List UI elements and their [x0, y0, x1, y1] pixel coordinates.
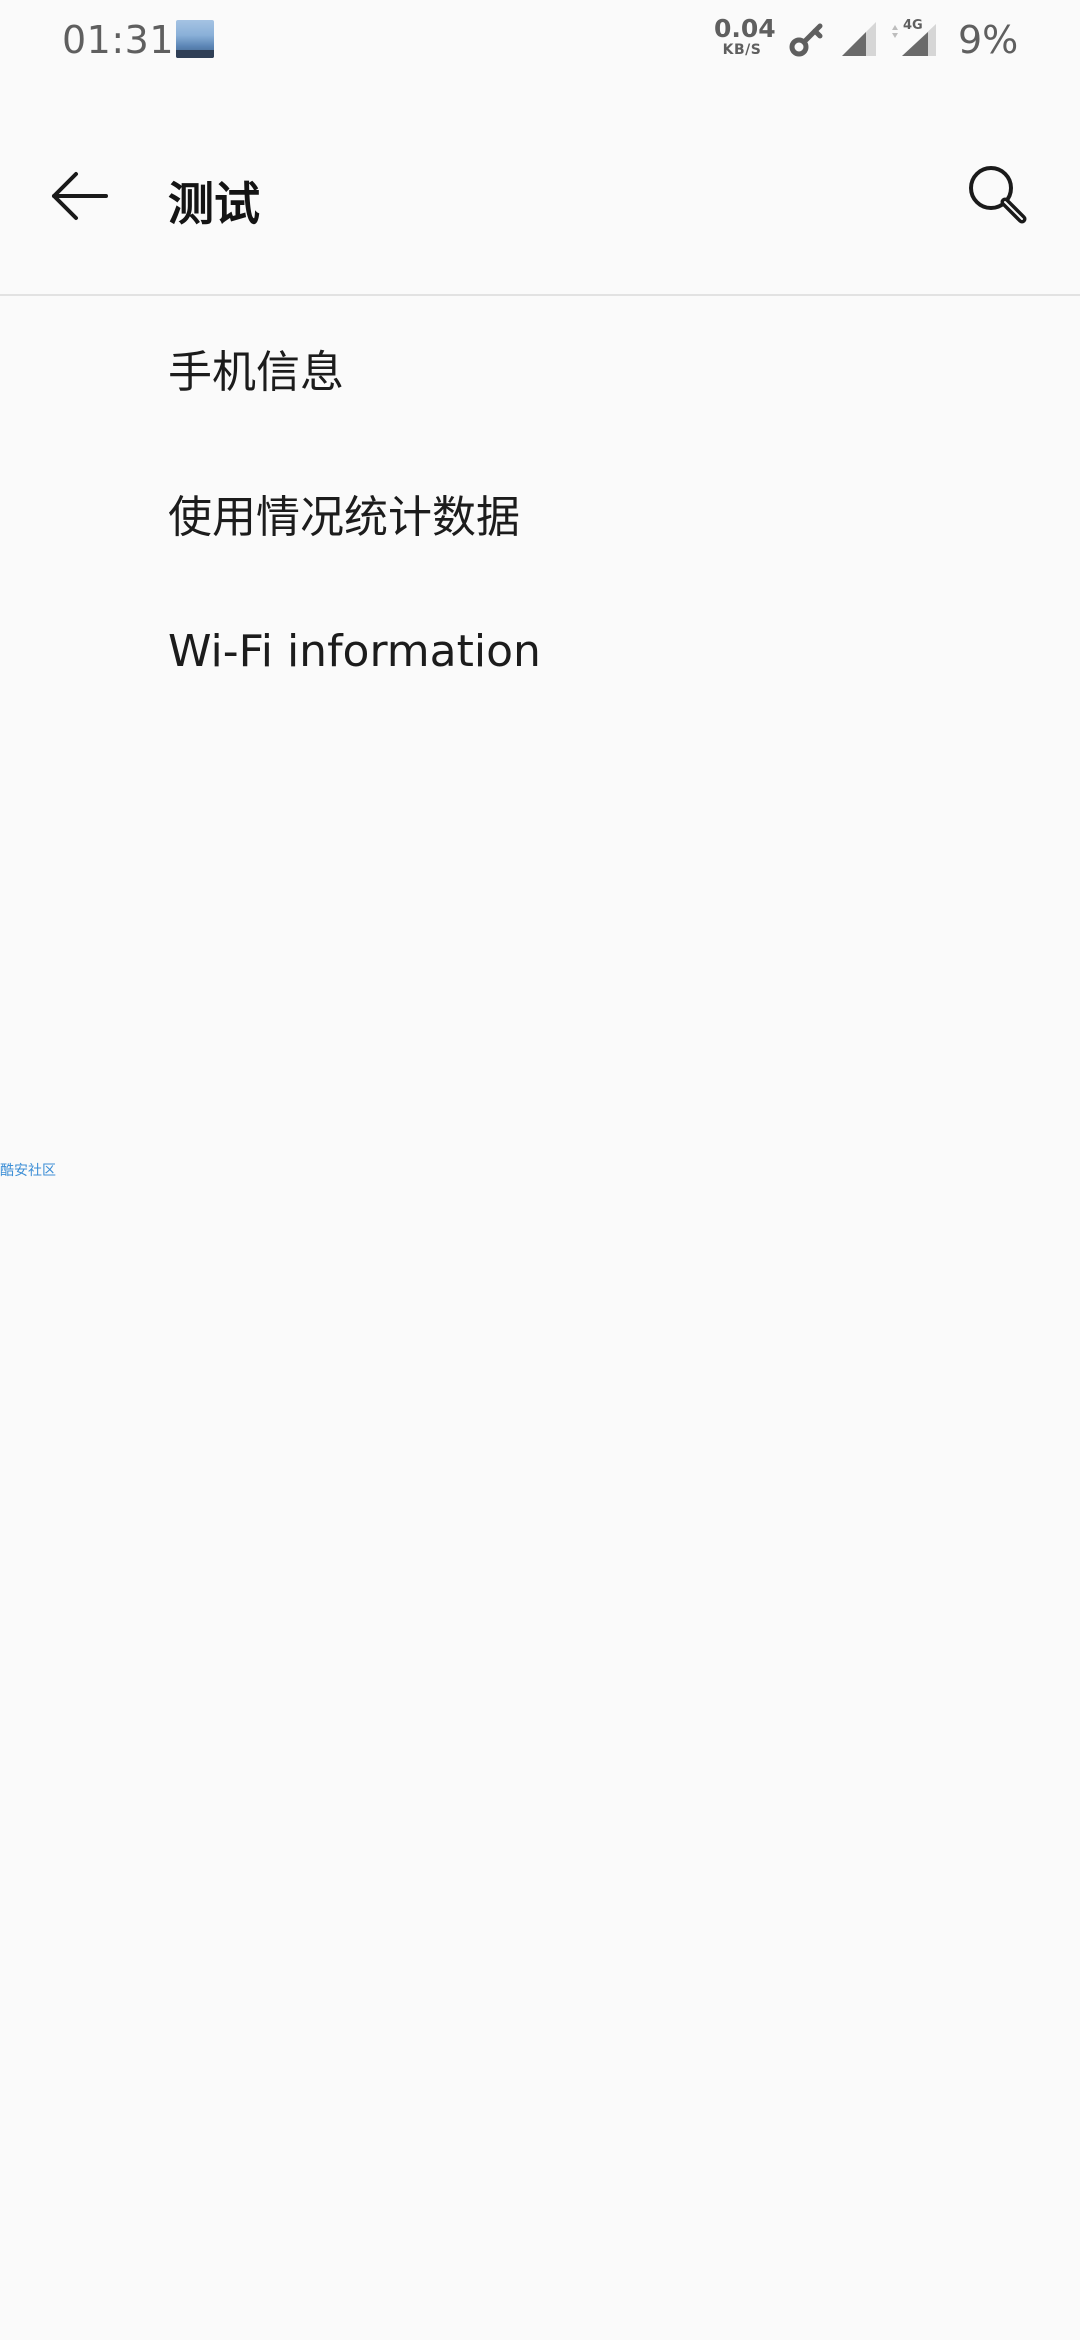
settings-list: 手机信息 使用情况统计数据 Wi-Fi information	[0, 296, 1080, 731]
signal-strength-4g-icon: 4G	[892, 18, 936, 56]
signal-strength-icon	[842, 22, 876, 56]
list-item-label: 手机信息	[168, 347, 344, 398]
search-button[interactable]	[958, 156, 1038, 236]
list-item-wifi-information[interactable]: Wi-Fi information	[0, 586, 1080, 731]
list-item-label: 使用情况统计数据	[168, 492, 520, 543]
notification-image-icon	[176, 20, 214, 58]
network-speed-unit: KB/S	[722, 42, 762, 58]
search-icon	[969, 166, 1027, 224]
battery-percentage: 9%	[958, 18, 1019, 62]
vpn-key-icon	[789, 23, 823, 57]
page-title: 测试	[168, 177, 260, 231]
back-button[interactable]	[40, 156, 120, 236]
network-type-label: 4G	[903, 18, 923, 33]
watermark-text: 酷安社区	[0, 1163, 56, 1179]
list-item-usage-statistics[interactable]: 使用情况统计数据	[0, 441, 1080, 586]
list-item-label: Wi-Fi information	[168, 626, 541, 677]
toolbar: 测试	[0, 96, 1080, 296]
arrow-left-icon	[52, 172, 108, 220]
list-item-phone-info[interactable]: 手机信息	[0, 296, 1080, 441]
network-speed: 0.04 KB/S	[714, 14, 776, 59]
status-time: 01:31	[62, 18, 175, 62]
status-bar: 01:31 0.04 KB/S 4G 9%	[0, 0, 1080, 80]
network-speed-value: 0.04	[714, 14, 776, 43]
